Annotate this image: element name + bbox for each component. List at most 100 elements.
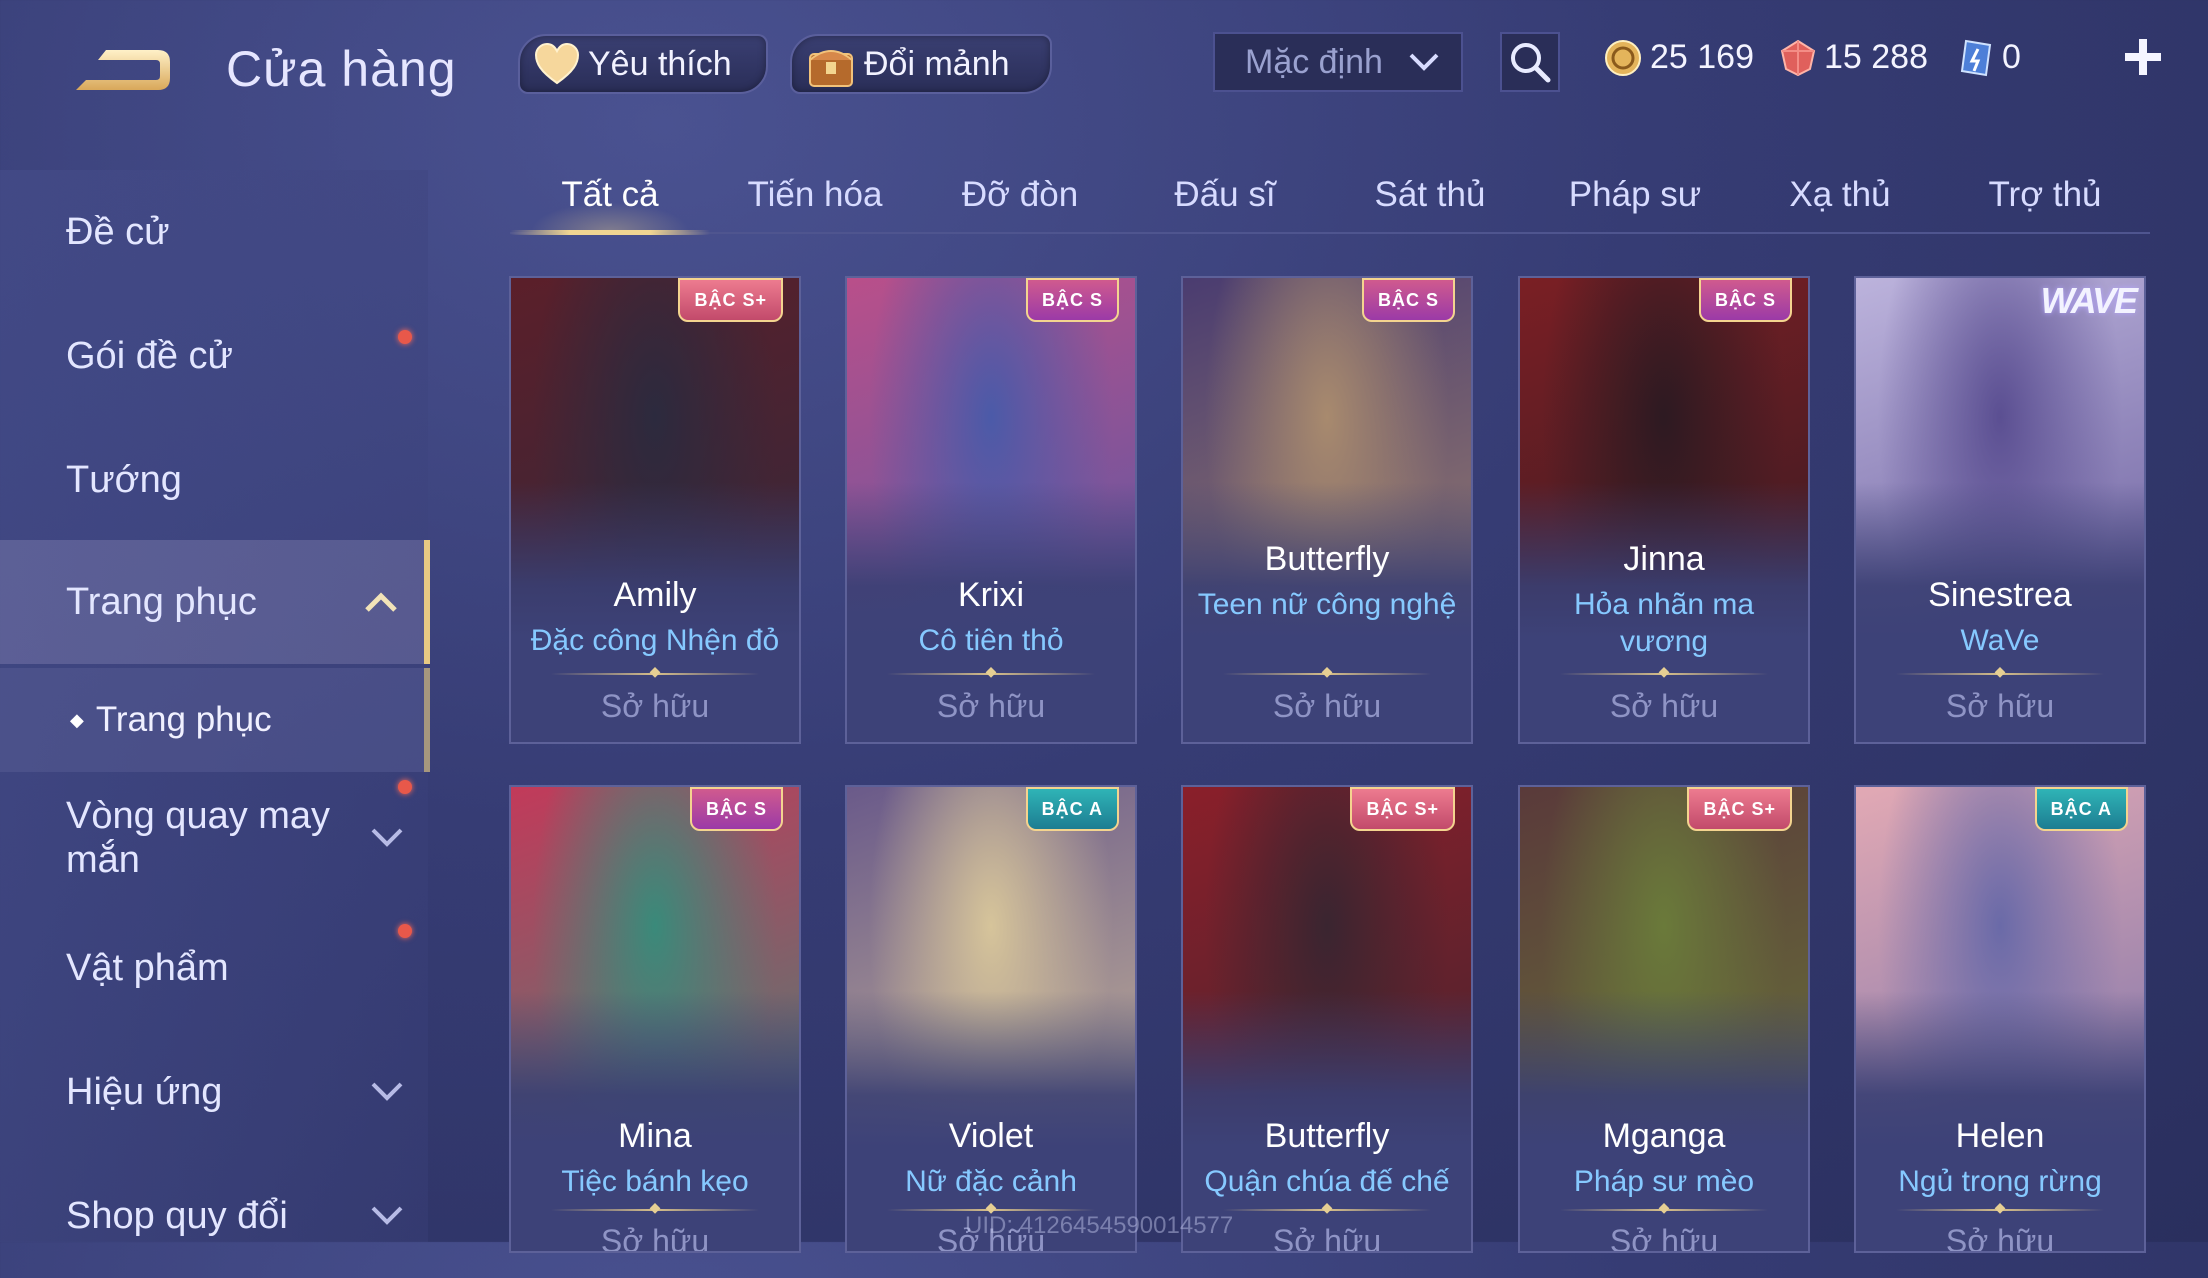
sidebar-item-label: Gói đề cử bbox=[66, 334, 233, 377]
sidebar-item-items[interactable]: Vật phẩm bbox=[0, 906, 430, 1030]
plus-icon bbox=[2125, 39, 2161, 75]
favorites-button[interactable]: Yêu thích bbox=[518, 34, 768, 94]
card-divider bbox=[1223, 1209, 1431, 1211]
rank-badge: BẬC A bbox=[2034, 787, 2128, 831]
sidebar-item-label: Tướng bbox=[66, 458, 182, 501]
skin-name: Quận chúa đế chế bbox=[1204, 1165, 1450, 1198]
role-tabs: Tất cả Tiến hóa Đỡ đòn Đấu sĩ Sát thủ Ph… bbox=[510, 160, 2150, 235]
rank-badge: BẬC S+ bbox=[1350, 787, 1455, 831]
sidebar-subitem-label: Trang phục bbox=[95, 700, 272, 739]
search-icon bbox=[1511, 43, 1551, 83]
gold-amount: 25 169 bbox=[1650, 38, 1754, 76]
owned-status: Sở hữu bbox=[1609, 1223, 1719, 1253]
search-button[interactable] bbox=[1500, 32, 1560, 92]
sidebar-item-lucky-wheel[interactable]: Vòng quay may mắn bbox=[0, 772, 430, 904]
tab-mage[interactable]: Pháp sư bbox=[1535, 160, 1735, 232]
hero-name: Violet bbox=[948, 1117, 1034, 1155]
rank-badge: BẬC S+ bbox=[1687, 787, 1792, 831]
card-divider bbox=[1223, 673, 1431, 675]
top-bar: Cửa hàng Yêu thích Đổi mảnh Mặc định 25 … bbox=[0, 0, 2208, 130]
tab-all[interactable]: Tất cả bbox=[510, 160, 710, 235]
rank-badge: BẬC S bbox=[1025, 278, 1119, 322]
sidebar-subitem-skins[interactable]: ◆ Trang phục bbox=[0, 668, 430, 772]
skin-name: Teen nữ công nghệ bbox=[1197, 588, 1457, 621]
tab-evolution[interactable]: Tiến hóa bbox=[715, 160, 915, 232]
card-divider bbox=[1560, 1209, 1768, 1211]
skin-name: Cô tiên thỏ bbox=[918, 624, 1064, 657]
ruby-amount: 15 288 bbox=[1824, 38, 1928, 76]
sort-value: Mặc định bbox=[1245, 42, 1383, 81]
sidebar-item-label: Trang phục bbox=[66, 580, 257, 623]
tab-assassin[interactable]: Sát thủ bbox=[1330, 160, 1530, 232]
sidebar-item-skins[interactable]: Trang phục bbox=[0, 540, 430, 664]
sidebar-item-heroes[interactable]: Tướng bbox=[0, 418, 430, 542]
skin-name: Tiệc bánh kẹo bbox=[561, 1165, 749, 1198]
uid-watermark: UID: 4126454590014577 bbox=[965, 1212, 1234, 1239]
skin-card[interactable]: BẬC S+ Amily Đặc công Nhện đỏ Sở hữu bbox=[509, 276, 801, 744]
chevron-down-icon bbox=[371, 1082, 403, 1101]
tab-fighter[interactable]: Đấu sĩ bbox=[1125, 160, 1325, 232]
sidebar-item-effects[interactable]: Hiệu ứng bbox=[0, 1030, 430, 1154]
chevron-down-icon bbox=[371, 828, 403, 847]
sidebar-item-exchange-shop[interactable]: Shop quy đổi bbox=[0, 1154, 430, 1278]
skin-name: Ngủ trong rừng bbox=[1898, 1165, 2102, 1198]
voucher-icon bbox=[1960, 39, 1992, 76]
skin-card[interactable]: BẬC S Krixi Cô tiên thỏ Sở hữu bbox=[845, 276, 1137, 744]
hero-name: Helen bbox=[1955, 1117, 2045, 1155]
owned-status: Sở hữu bbox=[936, 688, 1046, 724]
heart-icon bbox=[534, 43, 580, 85]
skin-name: Pháp sư mèo bbox=[1573, 1165, 1755, 1198]
skin-card[interactable]: BẬC S Butterfly Teen nữ công nghệ Sở hữu bbox=[1181, 276, 1473, 744]
card-divider bbox=[551, 1209, 759, 1211]
wave-logo: WAVE bbox=[2040, 280, 2138, 321]
tab-support[interactable]: Trợ thủ bbox=[1945, 160, 2145, 232]
ruby-icon bbox=[1780, 39, 1816, 76]
owned-status: Sở hữu bbox=[1609, 688, 1719, 724]
sidebar-item-label: Hiệu ứng bbox=[66, 1070, 223, 1113]
skin-name: WaVe bbox=[1960, 624, 2040, 657]
sidebar: Đề cử Gói đề cử Tướng Trang phục ◆ Trang… bbox=[0, 170, 432, 1242]
shards-label: Đổi mảnh bbox=[864, 44, 1010, 83]
skin-card[interactable]: BẬC S+ButterflyQuận chúa đế chếSở hữu bbox=[1181, 785, 1473, 1253]
skin-name: Nữ đặc cảnh bbox=[905, 1165, 1077, 1198]
ruby-balance: 15 288 bbox=[1780, 38, 1928, 77]
skin-card[interactable]: BẬC AVioletNữ đặc cảnhSở hữu bbox=[845, 785, 1137, 1253]
owned-status: Sở hữu bbox=[600, 1223, 710, 1253]
add-currency-button[interactable] bbox=[2118, 30, 2168, 86]
sidebar-item-featured-bundles[interactable]: Gói đề cử bbox=[0, 294, 430, 418]
back-arrow-icon[interactable] bbox=[66, 40, 178, 102]
notification-dot bbox=[398, 924, 412, 938]
page-title: Cửa hàng bbox=[226, 41, 457, 97]
owned-status: Sở hữu bbox=[1272, 688, 1382, 724]
tab-tank[interactable]: Đỡ đòn bbox=[920, 160, 1120, 232]
chevron-up-icon bbox=[365, 592, 397, 612]
owned-status: Sở hữu bbox=[600, 688, 710, 724]
skin-card[interactable]: BẬC S Jinna Hỏa nhãn ma vương Sở hữu bbox=[1518, 276, 1810, 744]
hero-name: Krixi bbox=[957, 576, 1025, 614]
sidebar-item-featured[interactable]: Đề cử bbox=[0, 170, 430, 294]
gold-balance: 25 169 bbox=[1604, 38, 1754, 77]
hero-name: Sinestrea bbox=[1928, 576, 2072, 614]
card-divider bbox=[887, 673, 1095, 675]
skin-name: Hỏa nhãn ma vương bbox=[1573, 588, 1755, 658]
hero-name: Mina bbox=[618, 1117, 692, 1155]
tab-marksman[interactable]: Xạ thủ bbox=[1740, 160, 1940, 232]
skin-card[interactable]: WAVE Sinestrea WaVe Sở hữu bbox=[1854, 276, 2146, 744]
rank-badge: BẬC S bbox=[1361, 278, 1455, 322]
skin-card[interactable]: BẬC S+ Mganga Pháp sư mèo Sở hữu bbox=[1518, 785, 1810, 1253]
rank-badge: BẬC S bbox=[689, 787, 783, 831]
hero-name: Mganga bbox=[1602, 1117, 1726, 1155]
card-divider bbox=[551, 673, 759, 675]
skin-card[interactable]: BẬC S Mina Tiệc bánh kẹo Sở hữu bbox=[509, 785, 801, 1253]
hero-name: Amily bbox=[613, 576, 697, 614]
sidebar-item-label: Shop quy đổi bbox=[66, 1194, 288, 1237]
card-divider bbox=[1896, 1209, 2104, 1211]
diamond-bullet-icon: ◆ bbox=[70, 709, 84, 730]
sidebar-item-label: Vật phẩm bbox=[66, 946, 229, 989]
sort-dropdown[interactable]: Mặc định bbox=[1213, 32, 1463, 92]
skin-card[interactable]: BẬC A Helen Ngủ trong rừng Sở hữu bbox=[1854, 785, 2146, 1253]
shard-exchange-button[interactable]: Đổi mảnh bbox=[790, 34, 1052, 94]
chevron-down-icon bbox=[1409, 53, 1439, 71]
rank-badge: BẬC S bbox=[1698, 278, 1792, 322]
notification-dot bbox=[398, 780, 412, 794]
